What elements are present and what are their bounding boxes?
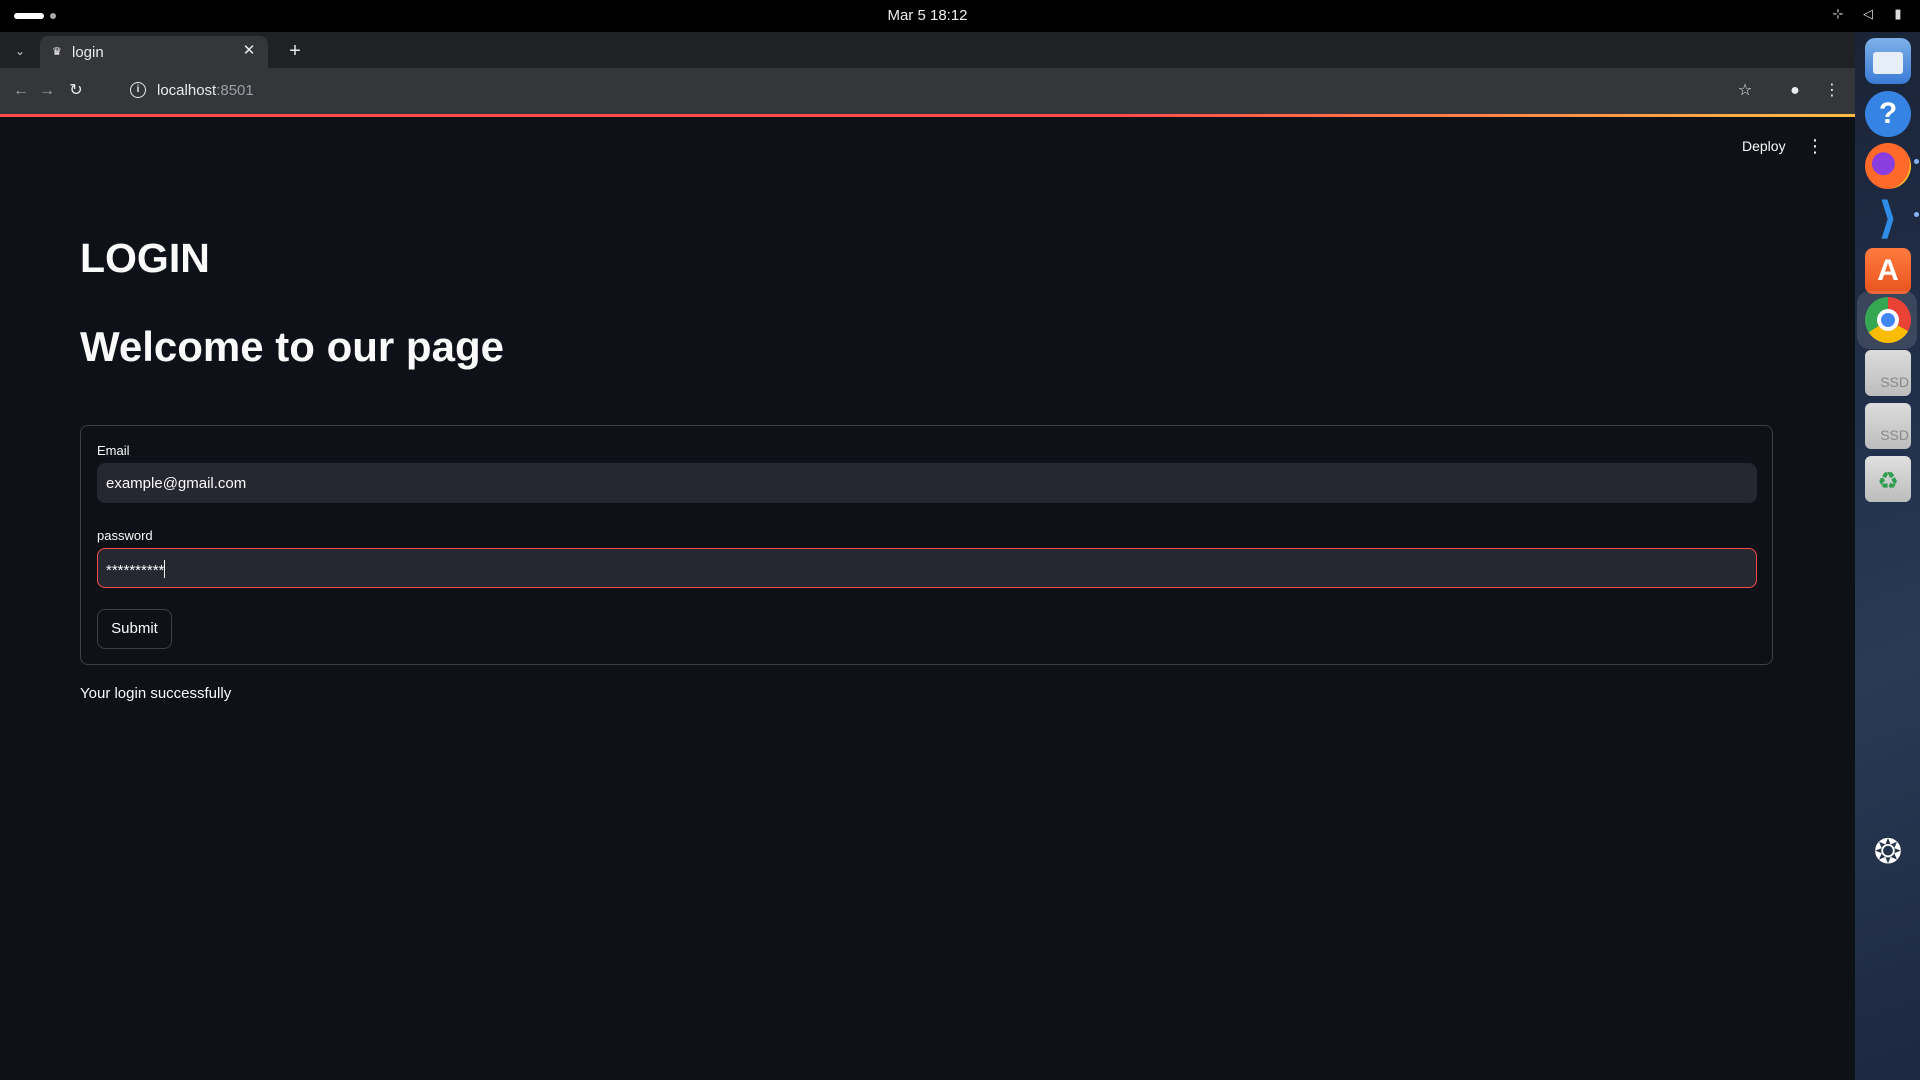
- system-clock[interactable]: Mar 5 18:12: [0, 7, 1855, 24]
- password-field[interactable]: **********: [97, 548, 1757, 588]
- dock: ? ⟩ A SSD SSD ♻ ❂: [1855, 32, 1920, 1080]
- new-tab-button[interactable]: +: [282, 38, 308, 64]
- files-icon[interactable]: [1865, 38, 1911, 84]
- app-menu-icon[interactable]: ⋮: [1805, 134, 1825, 158]
- login-form: Email example@gmail.com password *******…: [80, 425, 1773, 665]
- system-top-bar: Mar 5 18:12 ⊹ ◁ ▮: [0, 0, 1920, 32]
- back-icon[interactable]: ←: [10, 80, 32, 102]
- browser-toolbar: ← → ↻ i localhost:8501 ☆ ● ⋮: [0, 68, 1855, 114]
- profile-icon[interactable]: ●: [1784, 80, 1806, 102]
- email-value: example@gmail.com: [106, 475, 247, 492]
- network-icon[interactable]: ⊹: [1830, 6, 1846, 22]
- menu-icon[interactable]: ⋮: [1821, 80, 1843, 102]
- tab-strip: ⌄ ♛ login ✕ +: [0, 32, 1855, 68]
- site-info-icon[interactable]: i: [130, 82, 146, 98]
- trash-icon[interactable]: ♻: [1865, 456, 1911, 502]
- page-title: LOGIN: [80, 235, 210, 281]
- close-icon[interactable]: ✕: [240, 42, 258, 60]
- forward-icon[interactable]: →: [36, 80, 58, 102]
- email-field[interactable]: example@gmail.com: [97, 463, 1757, 503]
- tab-title: login: [72, 44, 104, 61]
- chrome-window: ⌄ ♛ login ✕ + ← → ↻ i localhost:8501 ☆ ●…: [0, 32, 1855, 1080]
- system-tray[interactable]: ⊹ ◁ ▮: [1830, 6, 1906, 22]
- email-label: Email: [97, 443, 130, 458]
- running-indicator: [1914, 159, 1919, 164]
- url-text[interactable]: localhost:8501: [157, 82, 254, 99]
- ssd-drive-icon[interactable]: SSD: [1865, 403, 1911, 449]
- tab-login[interactable]: ♛ login ✕: [40, 36, 268, 68]
- streamlit-crown-icon: ♛: [52, 46, 62, 58]
- app-center-icon[interactable]: A: [1865, 248, 1911, 294]
- vscode-icon[interactable]: ⟩: [1865, 196, 1911, 242]
- chrome-icon[interactable]: [1865, 297, 1911, 343]
- deploy-button[interactable]: Deploy: [1734, 134, 1794, 158]
- reload-icon[interactable]: ↻: [65, 80, 87, 102]
- page-subtitle: Welcome to our page: [80, 323, 504, 370]
- show-apps-icon[interactable]: ❂: [1865, 829, 1911, 875]
- password-value: **********: [106, 562, 165, 579]
- help-icon[interactable]: ?: [1865, 91, 1911, 137]
- status-message: Your login successfully: [80, 685, 232, 702]
- tab-search-button[interactable]: ⌄: [8, 40, 32, 62]
- volume-muted-icon[interactable]: ◁: [1860, 6, 1876, 22]
- bookmark-star-icon[interactable]: ☆: [1734, 80, 1756, 102]
- password-label: password: [97, 528, 153, 543]
- ssd-drive-icon[interactable]: SSD: [1865, 350, 1911, 396]
- submit-button[interactable]: Submit: [97, 609, 172, 649]
- text-caret: [164, 560, 166, 578]
- battery-icon[interactable]: ▮: [1890, 6, 1906, 22]
- firefox-icon[interactable]: [1865, 143, 1911, 189]
- address-bar[interactable]: i localhost:8501: [120, 72, 1780, 110]
- app-content: Deploy ⋮ LOGIN Welcome to our page Email…: [0, 117, 1855, 1080]
- running-indicator: [1914, 212, 1919, 217]
